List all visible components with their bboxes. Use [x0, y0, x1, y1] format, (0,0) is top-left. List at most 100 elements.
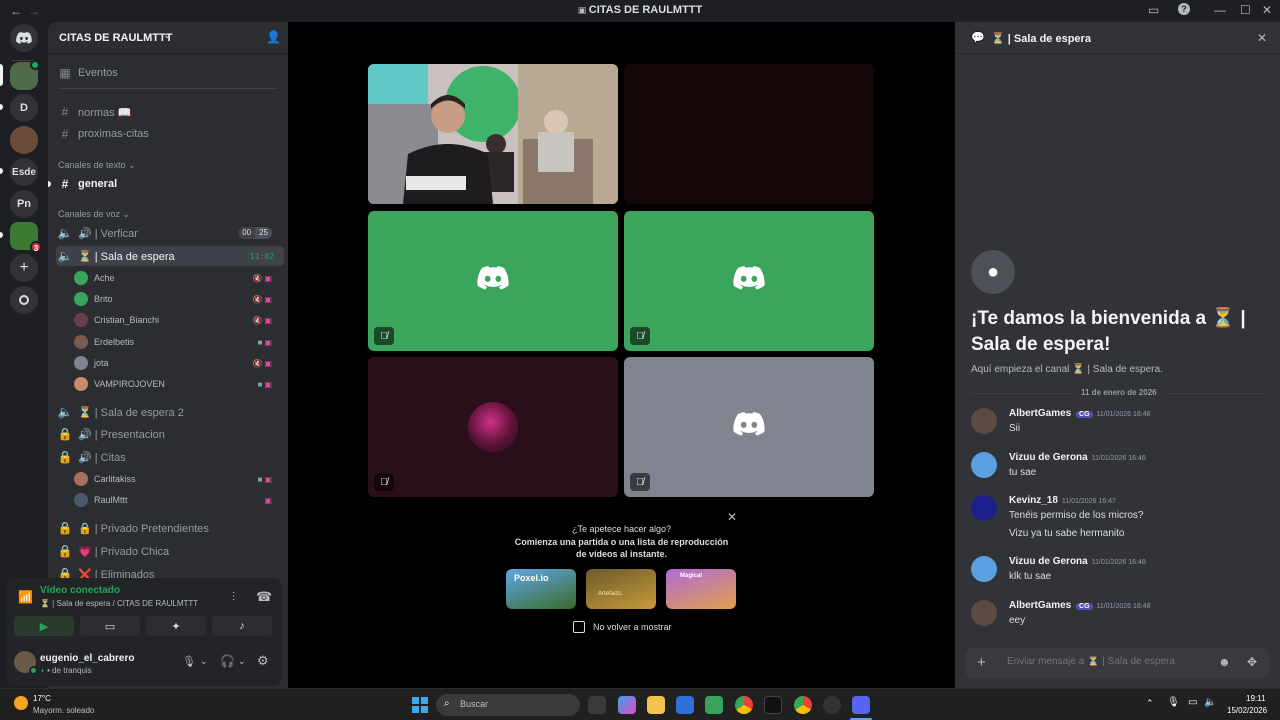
message-input[interactable] — [1007, 656, 1207, 667]
windows-start-icon[interactable] — [412, 697, 428, 713]
signal-icon[interactable]: 📶 — [18, 590, 33, 604]
emoji-icon[interactable]: ☻ — [1218, 655, 1231, 669]
video-tile-avatar[interactable]: 🎙̸ — [368, 211, 618, 351]
server-d[interactable]: D — [10, 94, 38, 122]
add-attachment-icon[interactable]: + — [977, 654, 986, 671]
weather-desc[interactable]: Mayorm. soleado — [33, 706, 94, 715]
activity-card[interactable]: Artefacts — [586, 569, 656, 609]
app-icon[interactable] — [823, 696, 841, 714]
avatar — [74, 493, 88, 507]
file-explorer-icon[interactable] — [647, 696, 665, 714]
hashtag-icon: # — [61, 105, 69, 119]
clock-date[interactable]: 15/02/2026 — [1227, 706, 1267, 715]
microphone-icon[interactable]: 🎙 — [182, 655, 196, 668]
voice-channel-presentacion[interactable]: 🔒 🔊 | Presentacion — [56, 424, 284, 444]
voice-location[interactable]: ⏳ | Sala de espera / CITAS DE RAULMTTT — [40, 599, 198, 608]
weather-temp[interactable]: 17°C — [33, 694, 51, 703]
discord-home-icon[interactable] — [10, 24, 38, 52]
discover-compass-icon[interactable] — [10, 286, 38, 314]
tray-microphone-icon[interactable]: 🎙 — [1167, 697, 1180, 708]
chevron-down-icon[interactable]: ⌄ — [238, 656, 246, 667]
dont-show-label[interactable]: No volver a mostrar — [593, 622, 672, 632]
video-tile-avatar[interactable]: 🎙̸ — [624, 357, 874, 497]
avatar[interactable] — [971, 495, 997, 521]
avatar[interactable] — [971, 556, 997, 582]
help-icon[interactable]: ? — [1178, 3, 1190, 15]
voice-user[interactable]: Erdelbetis ■▣ — [74, 332, 284, 352]
tray-network-icon[interactable]: ▭ — [1188, 697, 1197, 708]
server-esde[interactable]: Esde — [10, 158, 38, 186]
video-tile-avatar[interactable]: 🎙̸ — [624, 211, 874, 351]
chevron-down-icon[interactable]: ⌄ — [200, 656, 208, 667]
avatar[interactable] — [971, 408, 997, 434]
inbox-icon[interactable]: ▭ — [1148, 3, 1159, 17]
voice-channel-privado-chica[interactable]: 🔒 💗 | Privado Chica — [56, 541, 284, 561]
activities-button[interactable]: ✦ — [146, 616, 206, 636]
avatar[interactable] — [971, 452, 997, 478]
chrome-profile-icon[interactable] — [794, 696, 812, 714]
tray-chevron-up-icon[interactable]: ⌃ — [1146, 698, 1154, 709]
voice-user[interactable]: Ache 🔇▣ — [74, 268, 284, 288]
username[interactable]: eugenio_el_cabrero — [40, 653, 134, 664]
channel-proximas-citas[interactable]: # proximas-citas — [56, 124, 284, 144]
headphones-icon[interactable]: 🎧 — [220, 654, 235, 668]
video-tile-dark[interactable] — [624, 64, 874, 204]
voice-user[interactable]: VAMPIROJOVEN ■▣ — [74, 374, 284, 394]
call-timer: 11:02 — [249, 251, 274, 261]
voice-user[interactable]: Brito 🔇▣ — [74, 289, 284, 309]
maximize-icon[interactable]: ☐ — [1240, 3, 1251, 17]
apps-icon[interactable]: ✥ — [1247, 655, 1257, 669]
camera-feed-image — [368, 64, 618, 204]
tiktok-icon[interactable] — [764, 696, 782, 714]
avatar — [74, 472, 88, 486]
guild-header[interactable]: CITAS DE RAULMTTT ⌄ 👤 — [48, 22, 288, 54]
voice-user[interactable]: Cristian_Bianchi 🔇▣ — [74, 310, 284, 330]
minimize-icon[interactable]: — — [1214, 3, 1226, 17]
copilot-icon[interactable] — [618, 696, 636, 714]
disconnect-icon[interactable]: ☎ — [256, 589, 272, 605]
screen-share-button[interactable]: ▭ — [80, 616, 140, 636]
server-avatar-active[interactable] — [10, 60, 40, 90]
invite-user-icon[interactable]: 👤 — [266, 30, 281, 44]
channel-normas[interactable]: # normas 📖 — [56, 102, 284, 122]
store-icon[interactable] — [676, 696, 694, 714]
category-text[interactable]: Canales de texto ⌄ — [58, 160, 136, 171]
dont-show-checkbox[interactable] — [573, 621, 585, 633]
voice-channel-verificar[interactable]: 🔈 🔊 | Verficar 00 25 — [56, 223, 284, 243]
voice-user[interactable]: jota 🔇▣ — [74, 353, 284, 373]
voice-channel-sala-de-espera[interactable]: 🔈 ⏳ | Sala de espera 11:02 — [56, 246, 284, 266]
camera-button[interactable]: ▶ — [14, 616, 74, 636]
xbox-app-icon[interactable] — [705, 696, 723, 714]
noise-suppression-icon[interactable]: ⫶ — [232, 590, 235, 605]
server-avatar-green[interactable]: 3 — [10, 222, 42, 253]
server-avatar-photo[interactable] — [10, 126, 38, 154]
chrome-icon[interactable] — [735, 696, 753, 714]
soundboard-button[interactable]: ♪ — [212, 616, 272, 636]
tray-volume-icon[interactable]: 🔈 — [1204, 697, 1216, 708]
events-item[interactable]: ▦ Eventos — [56, 63, 284, 83]
close-chat-icon[interactable]: ✕ — [1257, 31, 1267, 45]
user-avatar[interactable] — [14, 651, 38, 675]
voice-channel-privado-pretendientes[interactable]: 🔒 🔒 | Privado Pretendientes — [56, 518, 284, 538]
gear-icon[interactable]: ⚙ — [257, 653, 269, 669]
voice-channel-citas[interactable]: 🔒 🔊 | Citas — [56, 447, 284, 467]
voice-user[interactable]: Carlitakiss ■▣ — [74, 469, 284, 489]
voice-channel-sala-de-espera-2[interactable]: 🔈 ⏳ | Sala de espera 2 — [56, 402, 284, 422]
server-pn[interactable]: Pn — [10, 190, 38, 218]
clock-time[interactable]: 19:11 — [1246, 694, 1265, 703]
activity-card[interactable]: Poxel.io — [506, 569, 576, 609]
avatar[interactable] — [971, 600, 997, 626]
video-tile-avatar[interactable]: 🎙̸ — [368, 357, 618, 497]
video-tile-camera[interactable] — [368, 64, 618, 204]
close-window-icon[interactable]: ✕ — [1262, 3, 1272, 17]
voice-user[interactable]: RaulMttt ▣ — [74, 490, 284, 510]
add-server-icon[interactable]: + — [10, 254, 38, 282]
close-icon[interactable]: ✕ — [727, 510, 737, 524]
discord-taskbar-icon[interactable] — [852, 696, 870, 714]
channel-general[interactable]: # general — [56, 174, 284, 194]
task-view-icon[interactable] — [588, 696, 606, 714]
weather-sun-icon[interactable] — [14, 696, 28, 710]
activity-card[interactable]: Magical — [666, 569, 736, 609]
category-voice[interactable]: Canales de voz ⌄ — [58, 209, 130, 220]
taskbar-search[interactable]: ⌕ Buscar — [436, 694, 580, 716]
